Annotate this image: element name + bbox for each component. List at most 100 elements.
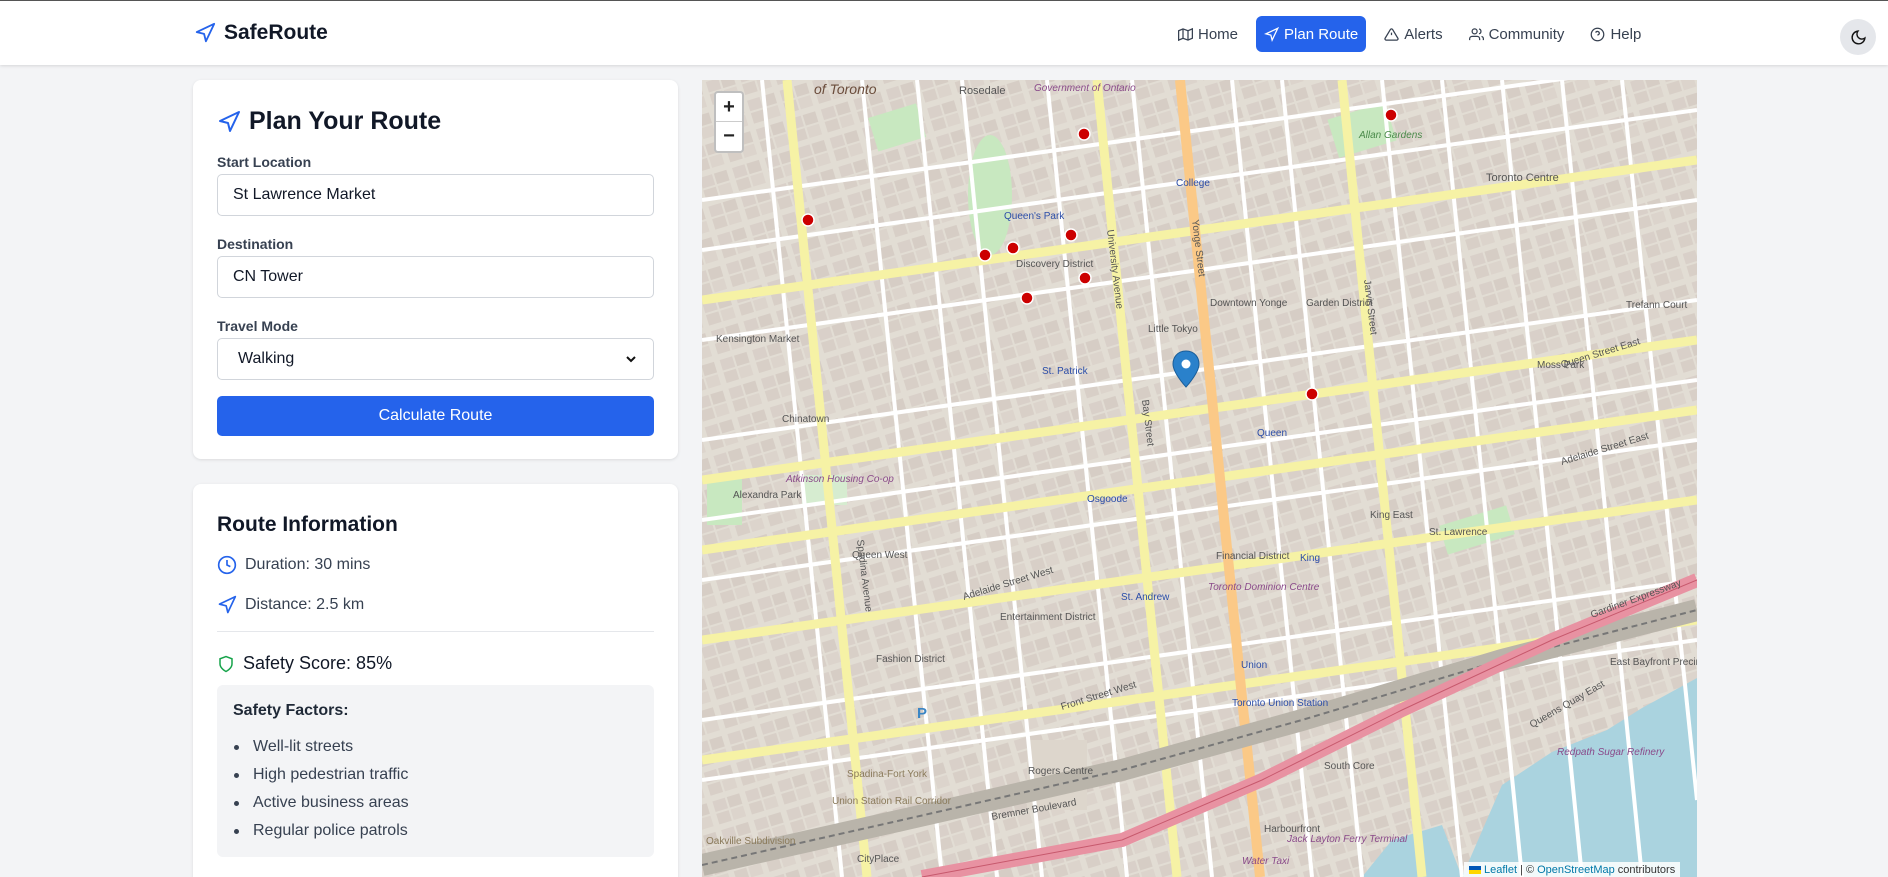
hospital-icon <box>1006 241 1020 255</box>
map-label: Water Taxi <box>1242 856 1290 867</box>
nav-home-label: Home <box>1198 25 1239 43</box>
zoom-controls: + − <box>714 91 744 153</box>
leaflet-link[interactable]: Leaflet <box>1484 864 1517 876</box>
map-label: Spadina-Fort York <box>847 769 928 780</box>
hospital-icon <box>1020 291 1034 305</box>
plan-route-card: Plan Your Route Start Location St Lawren… <box>193 80 678 459</box>
factor-text: High pedestrian traffic <box>253 766 409 783</box>
hospital-icon <box>1305 387 1319 401</box>
map-label: Queen's Park <box>1004 211 1065 222</box>
route-info-card: Route Information Duration: 30 mins Dist… <box>193 484 678 877</box>
map-label: Financial District <box>1216 551 1290 562</box>
map-tiles[interactable]: of Toronto Rosedale Government of Ontari… <box>702 80 1697 877</box>
factor-text: Regular police patrols <box>253 822 408 839</box>
map-label: CityPlace <box>857 854 900 865</box>
theme-toggle-button[interactable] <box>1840 19 1876 55</box>
map-label: Allan Gardens <box>1358 130 1422 141</box>
map-label: Atkinson Housing Co-op <box>785 474 894 485</box>
map-label: Little Tokyo <box>1148 324 1198 335</box>
safety-factors-title: Safety Factors: <box>233 702 349 719</box>
nav-links: Home Plan Route Alerts Community Help <box>1170 16 1649 52</box>
nav-community-label: Community <box>1488 25 1565 43</box>
map-label: College <box>1176 178 1210 189</box>
zoom-out-button[interactable]: − <box>716 122 742 151</box>
map-icon <box>1178 27 1193 41</box>
calculate-route-button[interactable]: Calculate Route <box>217 396 654 436</box>
bullet <box>234 744 239 750</box>
safety-score-text: Safety Score: 85% <box>243 653 393 673</box>
navigation-icon <box>219 110 240 132</box>
nav-plan-route[interactable]: Plan Route <box>1256 16 1367 52</box>
map-label: Toronto Union Station <box>1232 698 1328 709</box>
safety-factors-box: Safety Factors: Well-lit streets High pe… <box>217 685 654 857</box>
nav-plan-route-label: Plan Route <box>1284 25 1359 43</box>
hospital-icon <box>978 248 992 262</box>
nav-home[interactable]: Home <box>1170 16 1246 52</box>
map-label: Toronto Centre <box>1486 172 1559 184</box>
bullet <box>234 772 239 778</box>
divider <box>217 631 654 632</box>
map-label: Entertainment District <box>1000 612 1096 623</box>
destination-label: Destination <box>217 236 294 252</box>
travel-mode-value: Walking <box>238 350 295 367</box>
osm-link[interactable]: OpenStreetMap <box>1537 864 1615 876</box>
map-label: Garden District <box>1306 298 1373 309</box>
start-location-input[interactable]: St Lawrence Market <box>217 174 654 216</box>
ukraine-flag-icon <box>1469 865 1481 874</box>
map-label: Chinatown <box>782 414 829 425</box>
hospital-icon <box>1064 228 1078 242</box>
list-item: Well-lit streets <box>233 733 638 761</box>
plan-title: Plan Your Route <box>217 107 441 136</box>
map-attribution: Leaflet | © OpenStreetMap contributors <box>1464 862 1681 877</box>
map-label: Redpath Sugar Refinery <box>1557 747 1665 758</box>
map-label: Oakville Subdivision <box>706 836 796 847</box>
map-label: Fashion District <box>876 654 945 665</box>
help-circle-icon <box>1591 27 1605 41</box>
hospital-icon <box>801 213 815 227</box>
travel-mode-select[interactable]: Walking <box>217 338 654 380</box>
map-label: Toronto Dominion Centre <box>1208 582 1320 593</box>
map-label: Union <box>1241 660 1267 671</box>
destination-input[interactable]: CN Tower <box>217 256 654 298</box>
factor-text: Well-lit streets <box>253 738 354 755</box>
map-label: of Toronto <box>814 81 877 97</box>
nav-alerts[interactable]: Alerts <box>1376 16 1450 52</box>
nav-help[interactable]: Help <box>1582 16 1649 52</box>
map-label: East Bayfront Precinct <box>1610 657 1697 668</box>
travel-mode-label: Travel Mode <box>217 318 298 334</box>
map-label: King East <box>1370 510 1413 521</box>
hospital-icon <box>1077 127 1091 141</box>
factor-text: Active business areas <box>253 794 409 811</box>
map-label: King <box>1300 553 1320 564</box>
start-location-value: St Lawrence Market <box>233 186 376 203</box>
nav-alerts-label: Alerts <box>1404 25 1443 43</box>
map-label: Kensington Market <box>716 334 800 345</box>
map-label: Downtown Yonge <box>1210 298 1288 309</box>
list-item: High pedestrian traffic <box>233 761 638 789</box>
map-label: St. Andrew <box>1121 592 1170 603</box>
route-map[interactable]: of Toronto Rosedale Government of Ontari… <box>702 80 1697 877</box>
attribution-separator: | © <box>1520 863 1535 876</box>
map-label: Discovery District <box>1016 259 1093 270</box>
map-label: Union Station Rail Corridor <box>832 796 952 807</box>
map-label: Rogers Centre <box>1028 766 1093 777</box>
map-label: Trefann Court <box>1626 300 1688 311</box>
brand-logo[interactable]: SafeRoute <box>194 21 328 45</box>
distance-text: Distance: 2.5 km <box>245 596 365 613</box>
safety-score: Safety Score: 85% <box>217 653 392 674</box>
map-label: Government of Ontario <box>1034 83 1136 94</box>
destination-value: CN Tower <box>233 268 303 285</box>
map-label: Jack Layton Ferry Terminal <box>1286 834 1408 845</box>
navigation-icon <box>1264 26 1280 42</box>
list-item: Regular police patrols <box>233 817 638 845</box>
zoom-in-button[interactable]: + <box>716 93 742 122</box>
hospital-icon <box>1078 271 1092 285</box>
duration-text: Duration: 30 mins <box>245 556 371 573</box>
nav-community[interactable]: Community <box>1461 16 1573 52</box>
attribution-suffix: contributors <box>1617 863 1676 876</box>
map-label: Alexandra Park <box>733 490 802 501</box>
map-label: Queen <box>1257 428 1287 439</box>
start-location-label: Start Location <box>217 154 312 170</box>
bullet <box>234 828 239 834</box>
map-label: St. Patrick <box>1042 366 1089 377</box>
